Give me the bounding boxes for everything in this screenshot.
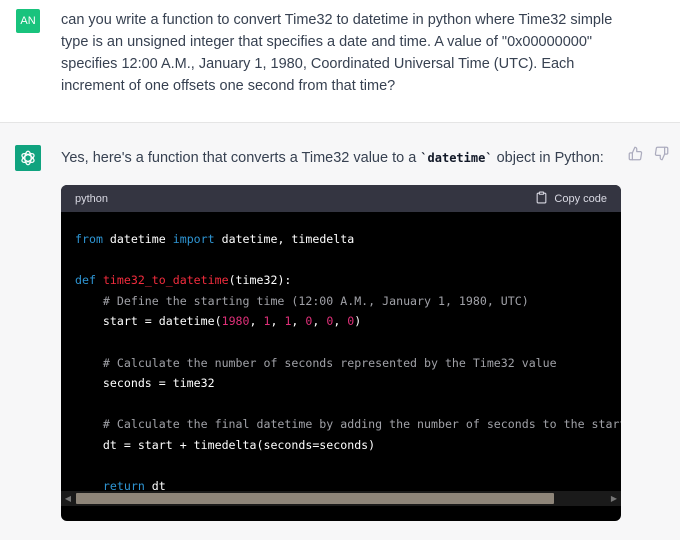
thumbs-down-icon[interactable] [654, 146, 670, 162]
code-token: 1980 [221, 314, 250, 329]
code-token: seconds = time32 [75, 376, 215, 391]
code-language-label: python [75, 192, 109, 205]
clipboard-icon [535, 191, 548, 207]
code-line: # Calculate the final datetime by adding… [75, 417, 621, 431]
code-line: from datetime import datetime, timedelta [75, 232, 354, 246]
copy-code-label: Copy code [554, 192, 607, 205]
code-token: , [249, 314, 264, 329]
code-token: datetime [102, 232, 173, 246]
code-token: ) [354, 314, 362, 329]
code-line: start = datetime(1980, 1, 1, 0, 0, 0) [75, 314, 361, 328]
code-token: (time32): [228, 273, 292, 288]
intro-after: object in Python: [492, 150, 604, 166]
code-body: from datetime import datetime, timedelta… [61, 212, 621, 506]
intro-before: Yes, here's a function that converts a T… [61, 150, 421, 166]
copy-code-button[interactable]: Copy code [535, 191, 607, 207]
assistant-message: Yes, here's a function that converts a T… [0, 123, 680, 540]
code-token: , [291, 314, 306, 329]
code-line: dt = start + timedelta(seconds=seconds) [75, 438, 375, 452]
openai-logo-icon [15, 145, 41, 171]
scroll-left-icon[interactable]: ◀ [63, 494, 73, 504]
code-token: # Calculate the final datetime by adding… [102, 417, 621, 432]
code-token: , [270, 314, 285, 329]
code-line: seconds = time32 [75, 376, 215, 390]
code-line: # Define the starting time (12:00 A.M., … [75, 294, 529, 308]
feedback-buttons [628, 146, 670, 162]
user-message-text: can you write a function to convert Time… [61, 12, 613, 94]
horizontal-scrollbar[interactable]: ◀ ▶ [61, 491, 621, 506]
assistant-intro-text: Yes, here's a function that converts a T… [61, 148, 604, 168]
code-header: python Copy code [61, 185, 621, 212]
user-message: AN can you write a function to convert T… [0, 0, 680, 123]
code-content: from datetime import datetime, timedelta… [61, 212, 621, 497]
code-token: time32_to_datetime [102, 273, 229, 288]
intro-inline-code: `datetime` [420, 151, 493, 165]
thumbs-up-icon[interactable] [628, 146, 644, 162]
code-token: , [333, 314, 348, 329]
code-token: dt = start + timedelta(seconds=seconds) [75, 437, 376, 452]
code-block: python Copy code from datetime import da… [61, 185, 621, 521]
code-token: , [312, 314, 327, 329]
user-avatar: AN [16, 9, 40, 33]
code-token: datetime, timedelta [214, 232, 355, 246]
code-token: def [75, 273, 96, 288]
code-token: from [75, 232, 103, 246]
code-line: # Calculate the number of seconds repres… [75, 356, 557, 370]
scroll-right-icon[interactable]: ▶ [609, 494, 619, 504]
code-token: start = datetime( [75, 314, 222, 329]
scroll-thumb[interactable] [76, 493, 554, 504]
code-token: # Calculate the number of seconds repres… [102, 355, 557, 370]
code-line: def time32_to_datetime(time32): [75, 273, 291, 287]
code-token: # Define the starting time (12:00 A.M., … [102, 293, 529, 308]
code-token: import [172, 232, 215, 246]
